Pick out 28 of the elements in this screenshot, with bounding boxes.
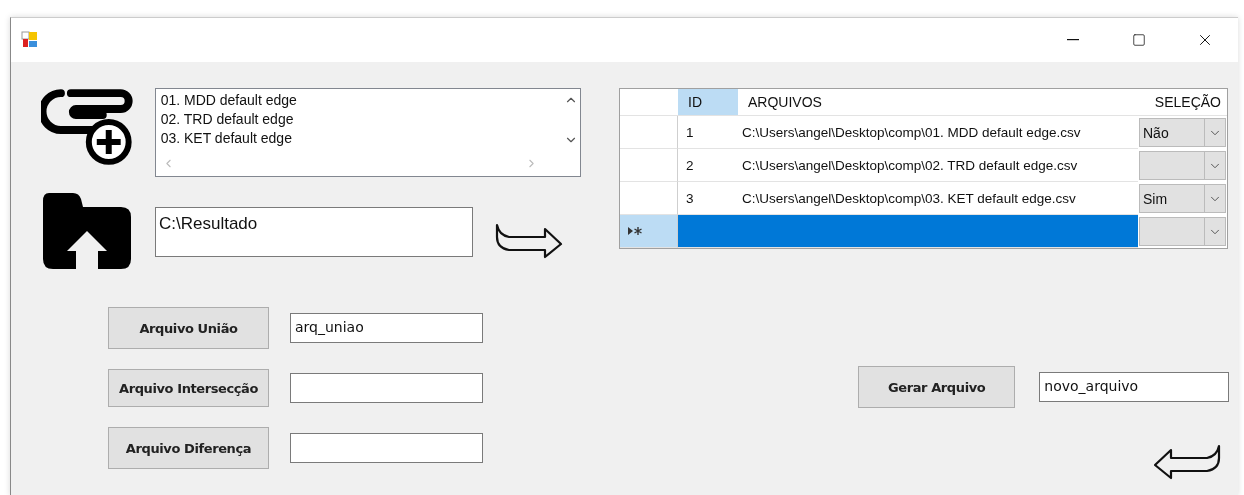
- minimize-icon: [1067, 39, 1079, 41]
- generate-button[interactable]: Gerar Arquivo: [858, 366, 1016, 408]
- file-list[interactable]: 01. MDD default edge 02. TRD default edge 03. KET default edge: [154, 88, 581, 177]
- selection-dropdown[interactable]: Sim: [1139, 184, 1226, 213]
- operation-button[interactable]: Arquivo Diferença: [108, 427, 269, 469]
- arrow-icon: [1153, 442, 1221, 480]
- file-name-field[interactable]: [290, 373, 483, 403]
- list-item[interactable]: 01. MDD default edge: [160, 91, 557, 110]
- file-name-field[interactable]: arq_uniao: [290, 313, 483, 343]
- selection-dropdown[interactable]: Não: [1139, 118, 1226, 147]
- operation-button[interactable]: Arquivo Intersecção: [108, 369, 269, 407]
- app-icon: [21, 31, 39, 49]
- output-name-field[interactable]: novo_arquivo: [1039, 372, 1229, 402]
- maximize-icon: [1132, 33, 1146, 47]
- operation-button[interactable]: Arquivo União: [108, 307, 269, 349]
- attachment-add-icon: [41, 88, 133, 168]
- folder-upload-icon: [41, 193, 133, 269]
- row-header[interactable]: [620, 215, 678, 248]
- column-header[interactable]: ID: [678, 89, 738, 116]
- selection-dropdown[interactable]: [1139, 151, 1226, 180]
- output-folder-field[interactable]: C:\Resultado: [155, 207, 473, 257]
- file-name-field[interactable]: [290, 433, 483, 463]
- selection-dropdown[interactable]: [1139, 217, 1226, 246]
- list-item[interactable]: 03. KET default edge: [160, 129, 557, 148]
- arrow-icon: [495, 221, 563, 259]
- table-cell: [678, 215, 738, 248]
- new-row-icon: [628, 226, 642, 236]
- list-item[interactable]: 02. TRD default edge: [160, 110, 557, 129]
